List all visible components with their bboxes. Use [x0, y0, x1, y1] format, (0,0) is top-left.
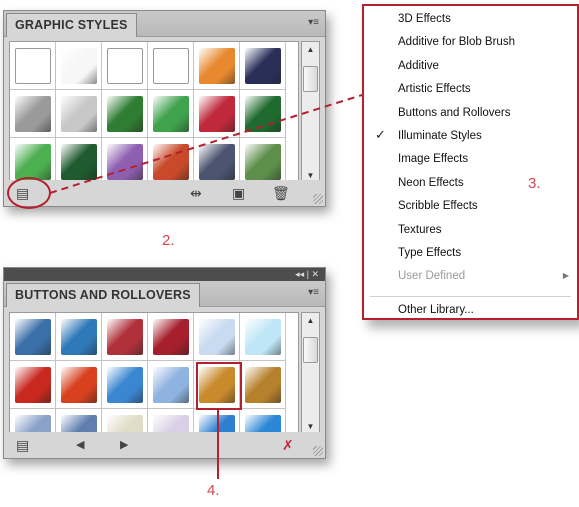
menu-item-artistic-effects[interactable]: Artistic Effects — [398, 80, 471, 98]
prev-library-icon[interactable]: ◀ — [76, 437, 84, 453]
selected-swatch-highlight — [196, 362, 242, 410]
style-swatch-cell[interactable] — [148, 313, 194, 361]
style-swatch-cell[interactable] — [10, 361, 56, 409]
scroll-up-icon[interactable]: ▲ — [302, 313, 319, 329]
style-swatch-cell[interactable] — [240, 361, 286, 409]
style-swatch-cell[interactable] — [102, 313, 148, 361]
menu-item-buttons-and-rollovers[interactable]: Buttons and Rollovers — [398, 104, 511, 122]
no-style-icon[interactable]: ✗ — [282, 437, 294, 453]
tab-buttons-and-rollovers[interactable]: BUTTONS AND ROLLOVERS — [6, 283, 200, 307]
button-style-swatch — [14, 318, 51, 355]
panel-menu-icon[interactable]: ▾≡ — [305, 287, 319, 299]
button-style-swatch — [106, 318, 143, 355]
button-style-swatch — [152, 318, 189, 355]
menu-item-textures[interactable]: Textures — [398, 221, 441, 239]
callout-line — [217, 409, 219, 479]
checkmark-icon: ✓ — [375, 127, 386, 142]
button-style-swatch — [198, 318, 235, 355]
style-swatch-cell[interactable] — [10, 313, 56, 361]
button-style-swatch — [60, 366, 97, 403]
panel-dock-header: ◂◂ | ✕ — [4, 268, 325, 281]
scroll-thumb[interactable] — [303, 337, 318, 363]
panel-tabbar: BUTTONS AND ROLLOVERS ▾≡ — [4, 281, 325, 307]
style-swatch-cell[interactable] — [56, 361, 102, 409]
menu-item-additive[interactable]: Additive — [398, 57, 439, 75]
style-swatch-cell[interactable] — [102, 361, 148, 409]
button-style-swatch — [60, 318, 97, 355]
callout-step-3: 3. — [528, 175, 541, 192]
library-menu: 3D Effects Additive for Blob Brush Additiv… — [362, 4, 579, 320]
collapse-close-controls[interactable]: ◂◂ | ✕ — [295, 268, 319, 281]
menu-item-additive-for-blob-brush[interactable]: Additive for Blob Brush — [398, 33, 515, 51]
callout-step-4: 4. — [207, 482, 220, 499]
style-swatch-cell[interactable] — [194, 313, 240, 361]
buttons-rollovers-panel: ◂◂ | ✕ BUTTONS AND ROLLOVERS ▾≡ ▲ ▼ ▤ ◀ … — [3, 267, 326, 459]
button-style-swatch — [244, 366, 281, 403]
menu-item-3d-effects[interactable]: 3D Effects — [398, 10, 451, 28]
panel-footer: ▤ ◀ ▶ ✗ — [4, 432, 325, 458]
menu-item-scribble-effects[interactable]: Scribble Effects — [398, 197, 478, 215]
button-style-swatch — [14, 366, 51, 403]
button-style-swatch — [152, 366, 189, 403]
next-library-icon[interactable]: ▶ — [120, 437, 128, 453]
resize-grip[interactable] — [313, 446, 323, 456]
library-menu-icon[interactable]: ▤ — [16, 437, 29, 453]
style-swatch-cell[interactable] — [148, 361, 194, 409]
menu-item-illuminate-styles[interactable]: Illuminate Styles — [398, 127, 482, 145]
menu-item-type-effects[interactable]: Type Effects — [398, 244, 461, 262]
menu-separator — [370, 296, 571, 297]
menu-item-neon-effects[interactable]: Neon Effects — [398, 174, 464, 192]
button-style-swatch — [244, 318, 281, 355]
button-style-swatch — [106, 366, 143, 403]
scrollbar[interactable]: ▲ ▼ — [301, 312, 320, 436]
submenu-arrow-icon: ▶ — [562, 271, 569, 281]
menu-item-user-defined: User Defined — [398, 270, 466, 283]
style-swatch-cell[interactable] — [240, 313, 286, 361]
menu-item-image-effects[interactable]: Image Effects — [398, 150, 468, 168]
swatch-grid — [9, 312, 299, 436]
menu-item-other-library[interactable]: Other Library... — [398, 301, 474, 319]
style-swatch-cell[interactable] — [56, 313, 102, 361]
